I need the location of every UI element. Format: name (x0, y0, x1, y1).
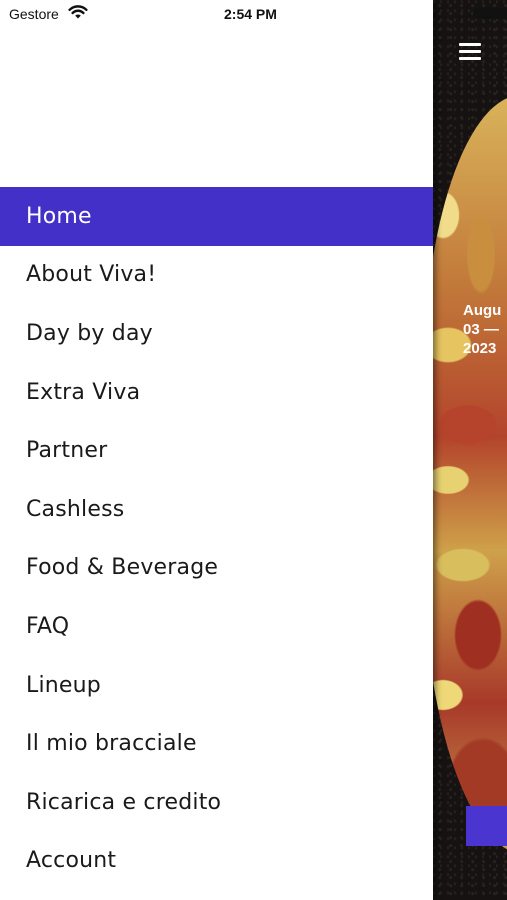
menu-item-label: FAQ (26, 613, 70, 639)
menu-item-label: Ricarica e credito (26, 789, 222, 815)
menu-item-label: Extra Viva (26, 379, 141, 405)
menu-item-cashless[interactable]: Cashless (0, 480, 433, 539)
menu-item-account[interactable]: Account (0, 832, 433, 891)
drawer-menu: Home About Viva! Day by day Extra Viva P… (0, 187, 433, 890)
hamburger-menu-icon[interactable] (459, 43, 481, 60)
menu-item-about-viva[interactable]: About Viva! (0, 246, 433, 305)
menu-item-lineup[interactable]: Lineup (0, 656, 433, 715)
menu-item-label: Lineup (26, 672, 101, 698)
menu-item-label: Partner (26, 438, 108, 464)
menu-item-label: Food & Beverage (26, 555, 219, 581)
menu-item-label: Il mio bracciale (26, 731, 197, 757)
festival-date-line: 03 — (463, 321, 499, 338)
background-action-button[interactable] (466, 806, 507, 846)
navigation-drawer: Home About Viva! Day by day Extra Viva P… (0, 0, 433, 900)
menu-item-food-beverage[interactable]: Food & Beverage (0, 539, 433, 598)
festival-date-line: Augu (463, 302, 502, 319)
wifi-icon (68, 5, 88, 19)
menu-item-faq[interactable]: FAQ (0, 597, 433, 656)
menu-item-partner[interactable]: Partner (0, 421, 433, 480)
menu-item-extra-viva[interactable]: Extra Viva (0, 363, 433, 422)
status-bar: Gestore 2:54 PM (0, 0, 507, 28)
menu-item-home[interactable]: Home (0, 187, 433, 246)
menu-item-label: Day by day (26, 320, 153, 346)
background-app-screen: Augu 03 — 2023 (433, 0, 507, 900)
status-time: 2:54 PM (224, 6, 277, 22)
menu-item-label: Account (26, 848, 117, 874)
carrier-name: Gestore (9, 6, 59, 22)
menu-item-label: About Viva! (26, 262, 157, 288)
festival-date-line: 2023 (463, 340, 497, 357)
menu-item-label: Home (26, 203, 92, 229)
festival-date: Augu 03 — 2023 (463, 301, 507, 358)
menu-item-ricarica-e-credito[interactable]: Ricarica e credito (0, 773, 433, 832)
menu-item-day-by-day[interactable]: Day by day (0, 304, 433, 363)
menu-item-label: Cashless (26, 496, 125, 522)
menu-item-il-mio-bracciale[interactable]: Il mio bracciale (0, 714, 433, 773)
